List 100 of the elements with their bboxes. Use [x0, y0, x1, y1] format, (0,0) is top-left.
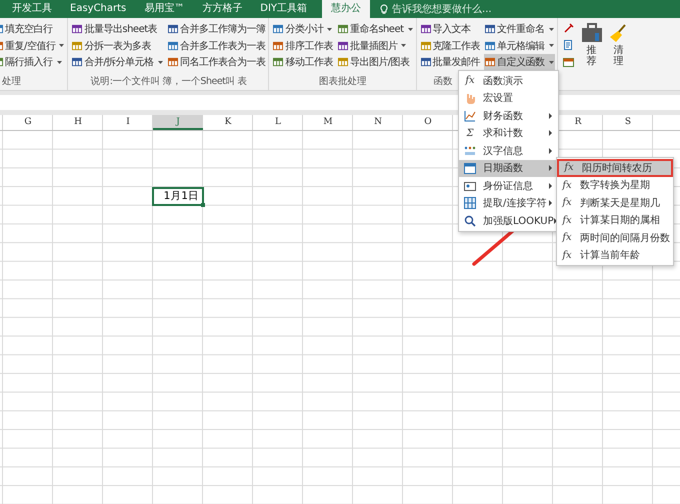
- menu-item[interactable]: fx 判断某天是星期几: [557, 194, 673, 212]
- sheet-icon: [420, 24, 431, 34]
- caret-icon: [158, 60, 163, 64]
- menu-item[interactable]: 宏设置: [459, 90, 558, 107]
- menu-item[interactable]: fx 数字转换为星期: [557, 176, 673, 194]
- caret-icon: [548, 44, 554, 48]
- caret-icon: [59, 44, 64, 48]
- column-header[interactable]: S: [603, 115, 653, 130]
- menu-item[interactable]: 财务函数: [459, 107, 558, 124]
- tell-me-field[interactable]: 告诉我您想要做什么...: [388, 0, 546, 18]
- ribbon-button[interactable]: 克隆工作表: [420, 38, 482, 54]
- ribbon-button[interactable]: 清理: [606, 21, 631, 90]
- ribbon-tab[interactable]: 慧办公: [322, 0, 370, 18]
- submenu-arrow-icon: [549, 165, 552, 172]
- hand-icon: [464, 92, 476, 104]
- column-header[interactable]: L: [253, 115, 303, 130]
- menu-item[interactable]: fx 函数演示: [459, 72, 558, 90]
- sheet-icon: [420, 40, 431, 51]
- sheet-icon: [168, 24, 178, 34]
- ribbon-button[interactable]: 排序工作表: [272, 38, 334, 54]
- ribbon-button[interactable]: 分拆一表为多表: [71, 38, 164, 54]
- menu-item[interactable]: 日期函数: [459, 160, 558, 177]
- sheet-icon: [338, 40, 348, 51]
- submenu-arrow-icon: [549, 182, 552, 189]
- column-header[interactable]: K: [203, 115, 253, 130]
- ribbon-tab[interactable]: DIY工具箱: [251, 0, 316, 18]
- lightbulb-icon: [380, 4, 388, 14]
- sheet-icon: [485, 57, 496, 68]
- sheet-icon: [273, 24, 284, 34]
- ribbon-button[interactable]: 批量插图片: [336, 38, 414, 54]
- ribbon-button[interactable]: 批量发邮件: [420, 54, 482, 70]
- ribbon-button[interactable]: 合并多工作表为一表: [166, 38, 266, 54]
- sheet-icon: [168, 40, 178, 51]
- grid-icon: [464, 197, 476, 210]
- column-header[interactable]: M: [303, 115, 353, 130]
- calendar-icon: [464, 162, 476, 174]
- menu-item[interactable]: fx 计算当前年龄: [557, 246, 673, 264]
- column-header[interactable]: I: [103, 115, 153, 130]
- ribbon-button[interactable]: 合并多工作簿为一簿: [166, 21, 266, 38]
- ribbon-button[interactable]: 重复/空值行: [0, 38, 66, 54]
- sheet-icon: [273, 57, 284, 68]
- caret-icon: [408, 28, 413, 31]
- group-label: 图表批处理: [319, 76, 367, 87]
- menu-item[interactable]: fx 阳历时间转农历: [557, 159, 673, 176]
- submenu-arrow-icon: [554, 218, 557, 224]
- sheet-icon: [273, 40, 284, 51]
- sheet-icon: [562, 57, 574, 68]
- ribbon-button[interactable]: 填充空白行: [0, 21, 66, 38]
- menu-item[interactable]: Σ 求和计数: [459, 124, 558, 142]
- sheet-icon: [72, 57, 82, 68]
- menu-item[interactable]: 提取/连接字符: [459, 194, 558, 212]
- search-icon: [464, 214, 476, 227]
- column-header[interactable]: N: [353, 115, 403, 130]
- ribbon-tab[interactable]: EasyCharts: [61, 0, 136, 18]
- sheet-icon: [485, 40, 496, 51]
- submenu-arrow-icon: [549, 130, 552, 136]
- ribbon-button[interactable]: 批量导出sheet表: [71, 21, 164, 38]
- menu-item[interactable]: 加强版LOOKUP: [459, 212, 558, 230]
- ribbon-button[interactable]: 重命名sheet: [336, 21, 414, 38]
- sheet-icon: [168, 57, 178, 68]
- ribbon-tab[interactable]: 开发工具: [3, 0, 61, 18]
- ribbon-tab[interactable]: 方方格子: [193, 0, 252, 18]
- caret-icon: [401, 44, 406, 48]
- ribbon-button[interactable]: 自定义函数: [484, 54, 555, 70]
- ribbon-button[interactable]: 文件重命名: [484, 21, 555, 38]
- ribbon-tab[interactable]: 易用宝™: [135, 0, 194, 18]
- pen-icon: [562, 23, 574, 34]
- active-cell[interactable]: 1月1日: [152, 187, 204, 206]
- submenu-arrow-icon: [549, 200, 552, 206]
- ribbon-button[interactable]: 隔行插入行: [0, 54, 66, 70]
- group-label: 处理: [2, 76, 21, 87]
- caret-icon: [56, 60, 62, 64]
- group-label: 说明:一个文件叫 簿，一个Sheet叫 表: [90, 76, 247, 87]
- submenu-arrow-icon: [549, 148, 552, 154]
- menu-item[interactable]: fx 计算某日期的属相: [557, 212, 673, 229]
- ribbon-button[interactable]: 合并/拆分单元格: [71, 54, 164, 70]
- column-header[interactable]: G: [3, 115, 53, 130]
- caret-icon: [548, 60, 554, 64]
- caret-icon: [548, 28, 554, 31]
- sheet-icon: [72, 24, 82, 34]
- sheet-icon: [72, 40, 82, 51]
- sheet-icon: [485, 24, 496, 34]
- column-header[interactable]: O: [403, 115, 453, 130]
- ribbon-button[interactable]: 导出图片/图表: [336, 54, 414, 70]
- id-card-icon: [464, 180, 476, 192]
- ribbon-button[interactable]: 导入文本: [420, 21, 482, 38]
- caret-icon: [327, 28, 332, 31]
- ribbon-button[interactable]: 移动工作表: [272, 54, 334, 70]
- ribbon-button[interactable]: 推荐: [580, 21, 604, 90]
- sheet-icon: [420, 57, 431, 68]
- menu-item[interactable]: 汉字信息: [459, 142, 558, 160]
- ribbon-button[interactable]: 同名工作表合为一表: [166, 54, 266, 70]
- ribbon-button[interactable]: 单元格编辑: [484, 38, 555, 54]
- menu-item[interactable]: fx 两时间的间隔月份数: [557, 229, 673, 246]
- column-header[interactable]: H: [53, 115, 103, 130]
- column-header[interactable]: J: [153, 115, 203, 130]
- group-label: 函数: [434, 76, 453, 87]
- fill-handle[interactable]: [201, 202, 205, 207]
- ribbon-button[interactable]: 分类小计: [272, 21, 334, 38]
- menu-item[interactable]: 身份证信息: [459, 177, 558, 194]
